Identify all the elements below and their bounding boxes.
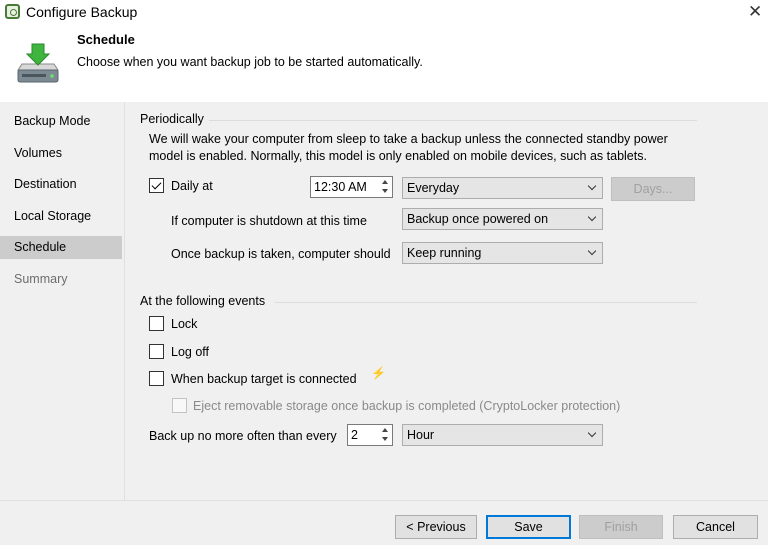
frequency-select[interactable]: Everyday	[402, 177, 603, 199]
daily-time-value: 12:30 AM	[314, 180, 367, 194]
sidebar-item-summary[interactable]: Summary	[0, 268, 122, 291]
after-backup-label: Once backup is taken, computer should	[171, 247, 391, 261]
sidebar-item-local-storage[interactable]: Local Storage	[0, 205, 122, 228]
shutdown-action-value: Backup once powered on	[407, 212, 549, 226]
previous-button[interactable]: < Previous	[395, 515, 477, 539]
limit-unit-select[interactable]: Hour	[402, 424, 603, 446]
save-button[interactable]: Save	[486, 515, 571, 539]
events-group-title: At the following events	[140, 294, 266, 308]
group-divider	[275, 302, 697, 303]
usb-icon: ⚡	[371, 366, 386, 380]
wizard-footer: < Previous Save Finish Cancel	[0, 500, 768, 545]
chevron-down-icon	[587, 246, 597, 256]
daily-checkbox[interactable]	[149, 178, 164, 193]
wake-description-line1: We will wake your computer from sleep to…	[149, 132, 668, 146]
spin-up-icon[interactable]	[382, 180, 388, 184]
shutdown-label: If computer is shutdown at this time	[171, 214, 367, 228]
limit-count-stepper[interactable]: 2	[347, 424, 393, 446]
cancel-button[interactable]: Cancel	[673, 515, 758, 539]
window-title: Configure Backup	[26, 4, 138, 20]
days-button[interactable]: Days...	[611, 177, 695, 201]
logoff-checkbox[interactable]	[149, 344, 164, 359]
wake-description-line2: model is enabled. Normally, this model i…	[149, 149, 647, 163]
target-connected-checkbox[interactable]	[149, 371, 164, 386]
app-icon	[5, 4, 20, 19]
spin-down-icon[interactable]	[382, 189, 388, 193]
shutdown-action-select[interactable]: Backup once powered on	[402, 208, 603, 230]
group-divider	[209, 120, 697, 121]
daily-time-picker[interactable]: 12:30 AM	[310, 176, 393, 198]
after-backup-value: Keep running	[407, 246, 482, 260]
sidebar-item-schedule[interactable]: Schedule	[0, 236, 122, 259]
eject-label: Eject removable storage once backup is c…	[193, 399, 621, 413]
chevron-down-icon	[587, 212, 597, 222]
backup-drive-icon	[17, 43, 59, 83]
limit-label: Back up no more often than every	[149, 429, 337, 443]
eject-checkbox[interactable]	[172, 398, 187, 413]
close-icon[interactable]: ✕	[748, 2, 762, 22]
daily-label: Daily at	[171, 179, 213, 193]
lock-label: Lock	[171, 317, 198, 331]
sidebar-item-backup-mode[interactable]: Backup Mode	[0, 110, 122, 133]
page-subtitle: Choose when you want backup job to be st…	[77, 55, 423, 69]
sidebar-item-volumes[interactable]: Volumes	[0, 142, 122, 165]
finish-button[interactable]: Finish	[579, 515, 663, 539]
chevron-down-icon	[587, 181, 597, 191]
page-header: Schedule Choose when you want backup job…	[0, 24, 768, 102]
sidebar-item-destination[interactable]: Destination	[0, 173, 122, 196]
limit-unit-value: Hour	[407, 428, 435, 442]
limit-count-value: 2	[351, 428, 358, 442]
schedule-panel: Periodically We will wake your computer …	[124, 102, 768, 500]
spin-up-icon[interactable]	[382, 428, 388, 432]
periodically-group-title: Periodically	[140, 112, 204, 126]
chevron-down-icon	[587, 428, 597, 438]
count-spinner[interactable]	[380, 426, 391, 444]
logoff-label: Log off	[171, 345, 210, 359]
spin-down-icon[interactable]	[382, 437, 388, 441]
title-bar: Configure Backup ✕	[0, 0, 768, 24]
time-spinner[interactable]	[380, 178, 391, 196]
frequency-value: Everyday	[407, 181, 460, 195]
page-title: Schedule	[77, 32, 135, 47]
after-backup-select[interactable]: Keep running	[402, 242, 603, 264]
wizard-steps-sidebar: Backup Mode Volumes Destination Local St…	[0, 102, 124, 500]
target-connected-label: When backup target is connected	[171, 372, 357, 386]
lock-checkbox[interactable]	[149, 316, 164, 331]
